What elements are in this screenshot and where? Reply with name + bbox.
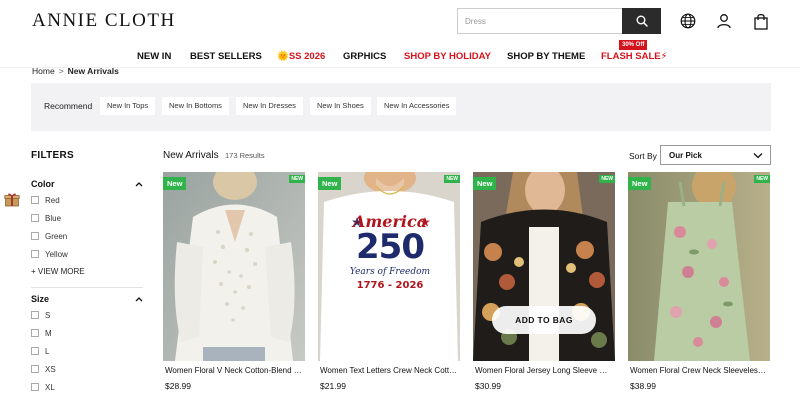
product-card[interactable]: New NEW America 250 Years of Freedom 177… xyxy=(318,172,460,394)
flash-sale-badge: 30% Off xyxy=(619,40,648,50)
new-badge: New xyxy=(473,177,497,190)
checkbox[interactable] xyxy=(31,232,39,240)
product-name[interactable]: Women Floral Jersey Long Sleeve Cardigan xyxy=(475,366,613,375)
chevron-up-icon[interactable] xyxy=(135,296,143,302)
language-button[interactable] xyxy=(679,12,697,30)
filter-color-title[interactable]: Color xyxy=(31,179,55,189)
product-card[interactable]: New NEW ADD TO BAG Women Floral Jersey L… xyxy=(473,172,615,394)
main-nav: NEW IN BEST SELLERS 🌞SS 2026 GRPHICS SHO… xyxy=(0,51,800,65)
filter-color-blue[interactable]: Blue xyxy=(31,213,61,223)
product-price: $28.99 xyxy=(165,381,191,391)
checkbox[interactable] xyxy=(31,214,39,222)
nav-best-sellers[interactable]: BEST SELLERS xyxy=(190,51,262,62)
sort-dropdown[interactable]: Our Pick xyxy=(660,145,771,165)
product-name[interactable]: Women Text Letters Crew Neck Cotton T-Sh… xyxy=(320,366,458,375)
filter-size-m[interactable]: M xyxy=(31,328,52,338)
filter-option-label: Blue xyxy=(45,213,62,223)
product-price: $38.99 xyxy=(630,381,656,391)
chevron-up-icon[interactable] xyxy=(135,181,143,187)
filter-option-label: XS xyxy=(45,364,56,374)
print-line-2: 250 xyxy=(356,227,425,267)
account-button[interactable] xyxy=(715,12,733,30)
nav-graphics[interactable]: GRPHICS xyxy=(343,51,386,62)
filter-option-label: Green xyxy=(45,231,68,241)
checkbox[interactable] xyxy=(31,383,39,391)
new-badge: New xyxy=(163,177,187,190)
filter-option-label: S xyxy=(45,310,51,320)
filter-option-label: XL xyxy=(45,382,55,392)
brand-logo[interactable]: ANNIE CLOTH xyxy=(32,10,176,32)
checkbox[interactable] xyxy=(31,196,39,204)
checkbox[interactable] xyxy=(31,347,39,355)
recommend-tag-tops[interactable]: New In Tops xyxy=(100,97,156,115)
filter-size-l[interactable]: L xyxy=(31,346,49,356)
nav-shop-by-holiday[interactable]: SHOP BY HOLIDAY xyxy=(404,51,491,62)
product-card[interactable]: New NEW Women Floral V Neck Cotton-Blend… xyxy=(163,172,305,394)
product-price: $21.99 xyxy=(320,381,346,391)
search-input[interactable] xyxy=(458,9,623,33)
search-button[interactable] xyxy=(622,8,661,34)
site-header: ANNIE CLOTH NEW IN BES xyxy=(0,0,800,68)
nav-shop-by-theme[interactable]: SHOP BY THEME xyxy=(507,51,585,62)
recommend-tag-shoes[interactable]: New In Shoes xyxy=(310,97,371,115)
search-icon xyxy=(636,15,648,27)
nav-flash-sale[interactable]: FLASH SALE⚡ xyxy=(601,51,667,62)
globe-icon xyxy=(680,13,696,29)
sort-value: Our Pick xyxy=(669,151,702,160)
filter-option-label: Red xyxy=(45,195,60,205)
product-name[interactable]: Women Floral Crew Neck Sleeveless Jumpsu… xyxy=(630,366,768,375)
recommend-tag-bottoms[interactable]: New In Bottoms xyxy=(162,97,229,115)
checkbox[interactable] xyxy=(31,365,39,373)
product-price: $30.99 xyxy=(475,381,501,391)
print-line-4: 1776 - 2026 xyxy=(356,280,424,291)
filter-size-s[interactable]: S xyxy=(31,310,50,320)
results-title: New Arrivals xyxy=(163,150,219,161)
filter-size-xl[interactable]: XL xyxy=(31,382,55,392)
shopping-bag-icon xyxy=(754,13,768,30)
nav-ss-2026[interactable]: 🌞SS 2026 xyxy=(277,51,325,62)
new-corner-badge: NEW xyxy=(289,175,305,183)
new-corner-badge: NEW xyxy=(444,175,460,183)
cart-button[interactable] xyxy=(752,12,770,30)
recommend-tag-dresses[interactable]: New In Dresses xyxy=(236,97,303,115)
sort-label: Sort By xyxy=(629,151,657,161)
new-corner-badge: NEW xyxy=(754,175,770,183)
nav-new-in[interactable]: NEW IN xyxy=(137,51,171,62)
filter-option-label: L xyxy=(45,346,50,356)
search-bar xyxy=(457,8,661,34)
view-more-colors-link[interactable]: + VIEW MORE xyxy=(31,267,85,276)
gift-icon[interactable] xyxy=(4,192,20,207)
print-line-3: Years of Freedom xyxy=(349,267,431,277)
recommend-bar: Recommend New In Tops New In Bottoms New… xyxy=(31,83,771,131)
user-icon xyxy=(717,14,731,29)
filter-color-yellow[interactable]: Yellow xyxy=(31,249,68,259)
product-image[interactable] xyxy=(628,172,770,361)
filters-title: FILTERS xyxy=(31,150,75,161)
filter-color-red[interactable]: Red xyxy=(31,195,60,205)
shirt-print: America 250 Years of Freedom 1776 - 2026 xyxy=(348,212,432,302)
filter-option-label: M xyxy=(45,328,52,338)
checkbox[interactable] xyxy=(31,250,39,258)
product-card[interactable]: New NEW Women Floral Crew Neck Sleeveles… xyxy=(628,172,770,394)
product-image[interactable] xyxy=(163,172,305,361)
product-name[interactable]: Women Floral V Neck Cotton-Blend Long Sl… xyxy=(165,366,303,375)
filter-size-xs[interactable]: XS xyxy=(31,364,56,374)
new-badge: New xyxy=(628,177,652,190)
chevron-down-icon xyxy=(753,153,763,159)
recommend-label: Recommend xyxy=(44,101,93,111)
new-corner-badge: NEW xyxy=(599,175,615,183)
filter-option-label: Yellow xyxy=(45,249,68,259)
filter-divider xyxy=(31,287,143,288)
checkbox[interactable] xyxy=(31,329,39,337)
new-badge: New xyxy=(318,177,342,190)
results-count: 173 Results xyxy=(225,151,265,160)
add-to-bag-button[interactable]: ADD TO BAG xyxy=(492,306,596,334)
recommend-tag-accessories[interactable]: New In Accessories xyxy=(377,97,457,115)
filter-size-title[interactable]: Size xyxy=(31,294,49,304)
checkbox[interactable] xyxy=(31,311,39,319)
filter-color-green[interactable]: Green xyxy=(31,231,67,241)
